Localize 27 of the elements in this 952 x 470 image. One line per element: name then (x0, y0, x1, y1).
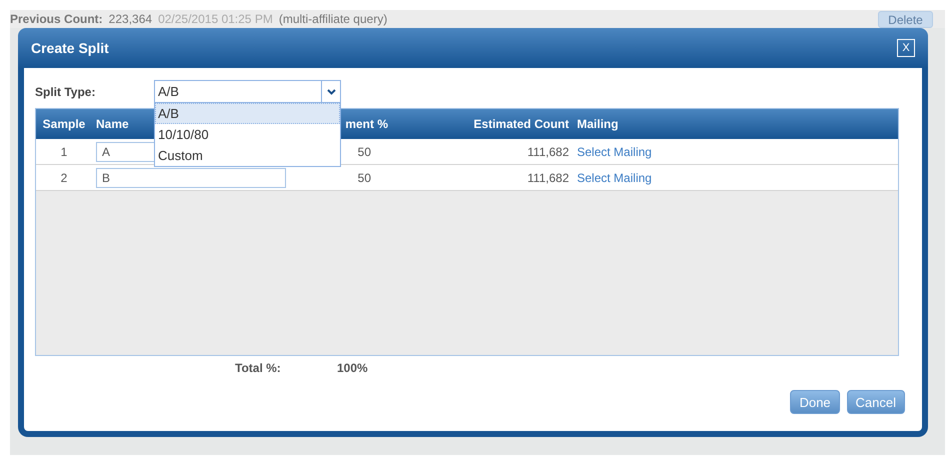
dropdown-option[interactable]: A/B (155, 103, 340, 124)
table-cell-text: 2 (60, 170, 68, 184)
previous-count: 223,364 (108, 12, 152, 26)
select-mailing-link[interactable]: Select Mailing (577, 170, 652, 184)
select-mailing-link[interactable]: Select Mailing (577, 144, 652, 158)
dropdown-option[interactable]: 10/10/80 (155, 124, 340, 145)
column-header: ment % (344, 117, 388, 131)
name-field[interactable]: B (96, 168, 286, 188)
column-header: Estimated Count (472, 117, 569, 131)
column-header: Mailing (576, 117, 618, 131)
column-header: Name (95, 117, 130, 131)
dropdown-option[interactable]: Custom (155, 145, 340, 166)
table-cell-text: 1 (60, 144, 68, 158)
previous-count-label: Previous Count: (10, 12, 103, 26)
table-cell-text: 50 (356, 170, 372, 184)
close-button[interactable]: X (897, 39, 915, 57)
split-type-label: Split Type: (35, 84, 96, 98)
query-note: (multi-affiliate query) (278, 12, 388, 26)
table-cell-text: 50 (356, 144, 372, 158)
dialog-title: Create Split (30, 40, 109, 56)
table-cell-text: 111,682 (526, 144, 569, 158)
timestamp: 02/25/2015 01:25 PM (158, 12, 273, 26)
column-header: Sample (42, 117, 86, 131)
total-value: 100% (337, 361, 368, 375)
chevron-down-icon (326, 88, 336, 94)
table-cell-text: 111,682 (526, 170, 569, 184)
total-label: Total %: (235, 361, 282, 375)
